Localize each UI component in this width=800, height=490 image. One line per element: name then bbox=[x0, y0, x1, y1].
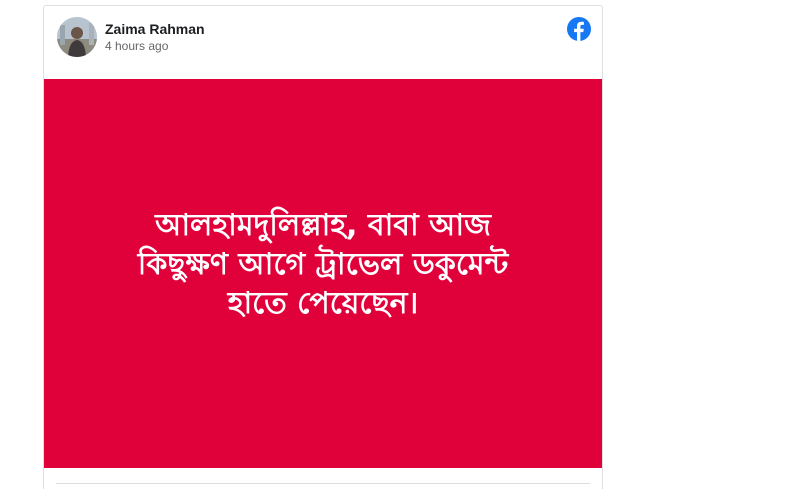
author-name[interactable]: Zaima Rahman bbox=[105, 21, 205, 37]
post-header: Zaima Rahman 4 hours ago bbox=[44, 6, 602, 78]
post-footer bbox=[44, 468, 602, 490]
post-text-line: হাতে পেয়েছেন। bbox=[227, 286, 419, 321]
post-card: Zaima Rahman 4 hours ago আলহামদুলিল্লাহ,… bbox=[43, 5, 603, 489]
post-timestamp[interactable]: 4 hours ago bbox=[105, 39, 168, 53]
avatar-photo-icon bbox=[57, 17, 97, 57]
post-text-line: আলহামদুলিল্লাহ, বাবা আজ bbox=[155, 208, 491, 243]
avatar[interactable] bbox=[57, 17, 97, 57]
post-image-text: আলহামদুলিল্লাহ, বাবা আজ কিছুক্ষণ আগে ট্র… bbox=[103, 206, 543, 323]
footer-divider bbox=[56, 483, 590, 484]
post-text-line: কিছুক্ষণ আগে ট্রাভেল ডকুমেন্ট bbox=[137, 247, 509, 282]
post-image[interactable]: আলহামদুলিল্লাহ, বাবা আজ কিছুক্ষণ আগে ট্র… bbox=[44, 79, 602, 468]
facebook-icon[interactable] bbox=[567, 17, 591, 41]
